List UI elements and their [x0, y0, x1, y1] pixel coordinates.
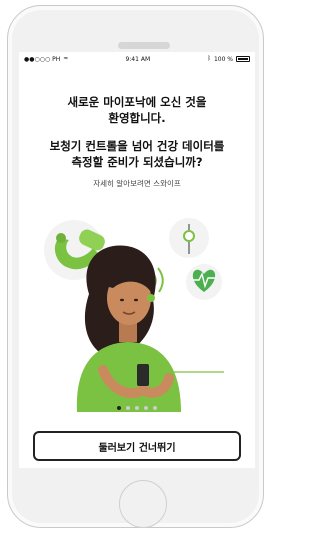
page-dot[interactable] [135, 406, 139, 410]
question-line-1: 보청기 컨트롤을 넘어 건강 데이터를 [49, 139, 225, 153]
question-title: 보청기 컨트롤을 넘어 건강 데이터를 측정할 준비가 되셨습니까? [19, 138, 255, 170]
phone-speaker [118, 42, 170, 49]
page-indicator [19, 406, 255, 410]
status-bar: ●●○○○ PH ≈ 9:41 AM ᛒ 100 % [19, 52, 255, 66]
welcome-line-2: 환영합니다. [108, 111, 166, 125]
clock-label: 9:41 AM [125, 55, 151, 63]
battery-label: 100 % [213, 55, 233, 63]
welcome-title: 새로운 마이포낙에 오신 것을 환영합니다. [19, 94, 255, 126]
page-dot[interactable] [144, 406, 148, 410]
page-dot[interactable] [117, 406, 121, 410]
onboarding-illustration [44, 218, 224, 412]
battery-icon [236, 56, 250, 62]
page-dot[interactable] [126, 406, 130, 410]
page-dot[interactable] [153, 406, 157, 410]
skip-tour-button[interactable]: 둘러보기 건너뛰기 [33, 431, 241, 461]
bluetooth-icon: ᛒ [207, 55, 211, 62]
app-screen: ●●○○○ PH ≈ 9:41 AM ᛒ 100 % 새로운 마이포낙에 오신 … [19, 52, 255, 468]
home-button[interactable] [119, 480, 167, 528]
carrier-label: ●●○○○ PH [24, 55, 61, 63]
wifi-icon: ≈ [63, 55, 69, 62]
swipe-hint: 자세히 알아보려면 스와이프 [93, 179, 181, 188]
smartphone-icon [137, 364, 149, 386]
welcome-line-1: 새로운 마이포낙에 오신 것을 [67, 95, 207, 109]
question-line-2: 측정할 준비가 되셨습니까? [71, 155, 203, 169]
